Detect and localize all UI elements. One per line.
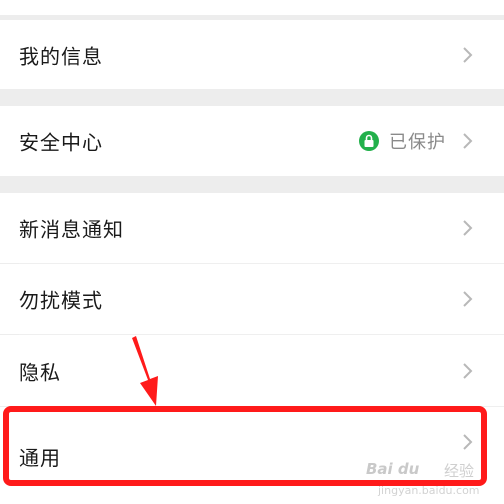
- chevron-right-icon: [463, 291, 473, 307]
- chevron-right-icon: [463, 362, 473, 379]
- watermark-brand: Bai du: [366, 460, 420, 478]
- security-status-text: 已保护: [389, 132, 446, 153]
- settings-item-label: 我的信息: [19, 44, 103, 68]
- settings-item-privacy[interactable]: 隐私: [0, 335, 504, 406]
- watermark: Bai du 经验 jingyan.baidu.com: [360, 456, 504, 504]
- arrow-annotation-icon: [132, 336, 158, 406]
- settings-item-my-info[interactable]: 我的信息: [0, 20, 504, 89]
- lock-icon: [359, 131, 379, 151]
- chevron-right-icon: [463, 133, 473, 149]
- settings-item-new-message-notify[interactable]: 新消息通知: [0, 193, 504, 263]
- settings-item-label: 勿扰模式: [19, 288, 103, 313]
- settings-item-label: 隐私: [19, 360, 61, 384]
- watermark-url: jingyan.baidu.com: [378, 484, 480, 497]
- settings-item-label: 新消息通知: [19, 217, 124, 242]
- security-status: 已保护: [359, 128, 446, 154]
- chevron-right-icon: [463, 220, 473, 236]
- previous-row-edge: [0, 0, 504, 15]
- chevron-right-icon: [463, 46, 473, 63]
- settings-item-do-not-disturb[interactable]: 勿扰模式: [0, 264, 504, 334]
- settings-item-security-center[interactable]: 安全中心 已保护: [0, 106, 504, 176]
- watermark-brand-cn: 经验: [444, 462, 475, 480]
- settings-item-label: 安全中心: [19, 130, 103, 155]
